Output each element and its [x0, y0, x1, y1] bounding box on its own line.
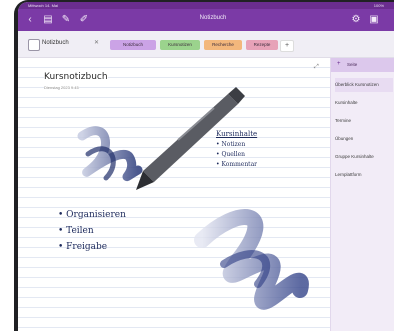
note-page[interactable]: ⤢ Kursnotizbuch Dienstag 2023 9:45 Kursi…: [18, 58, 330, 331]
brush-stroke-top: [77, 126, 143, 182]
list-item: Notizen: [216, 141, 257, 148]
ink-drawing: [77, 87, 309, 310]
list-item: Quellen: [216, 151, 257, 158]
back-icon[interactable]: ‹: [24, 14, 36, 26]
app-toolbar: ‹ ▤ ✎ ✐ Notizbuch ⚙ ▣: [18, 9, 394, 31]
tab-section-1[interactable]: Kursnotizen: [160, 40, 200, 50]
tab-section-3[interactable]: Rezepte: [246, 40, 278, 50]
list-item: Kommentar: [216, 161, 257, 168]
sidebar-page-1[interactable]: Kursinhalte: [335, 96, 393, 110]
sidebar-page-4[interactable]: Gruppe Kursinhalte: [335, 150, 393, 164]
ink-list-kursinhalte[interactable]: Kursinhalte Notizen Quellen Kommentar: [216, 130, 257, 168]
share-icon[interactable]: ▣: [368, 14, 380, 26]
sidebar-page-3[interactable]: Übungen: [335, 132, 393, 146]
notebook-name[interactable]: Notizbuch: [42, 40, 69, 46]
settings-icon[interactable]: ⚙: [350, 14, 362, 26]
draw-icon[interactable]: ✎: [60, 14, 72, 26]
status-time: Mittwoch 14. Mai: [28, 3, 59, 8]
add-section-button[interactable]: +: [280, 40, 294, 52]
list-item: Teilen: [58, 226, 126, 236]
list-item: Organisieren: [58, 210, 126, 220]
notebook-icon[interactable]: [28, 39, 40, 51]
status-battery: 100%: [373, 3, 384, 8]
tab-section-2[interactable]: Recherche: [204, 40, 242, 50]
ink-list-organize[interactable]: Organisieren Teilen Freigabe: [58, 210, 126, 258]
plus-icon: +: [337, 61, 341, 67]
brush-stroke-bottom: [194, 209, 309, 310]
list-item: Freigabe: [58, 242, 126, 252]
page-list-sidebar: + Seite Überblick Kursnotizen Kursinhalt…: [330, 58, 394, 331]
sidebar-page-5[interactable]: Lernplattform: [335, 168, 393, 182]
sidebar-toggle-icon[interactable]: ▤: [42, 14, 54, 26]
add-page-label: Seite: [347, 62, 358, 67]
pen-icon[interactable]: ✐: [78, 14, 90, 26]
ink-list-heading: Kursinhalte: [216, 130, 258, 138]
sidebar-page-0[interactable]: Überblick Kursnotizen: [335, 78, 393, 92]
add-page-button[interactable]: + Seite: [331, 58, 394, 72]
tab-section-0[interactable]: Notizbuch: [110, 40, 156, 50]
tablet-frame: Mittwoch 14. Mai 100% ‹ ▤ ✎ ✐ Notizbuch …: [14, 0, 394, 331]
status-bar: Mittwoch 14. Mai 100%: [18, 2, 394, 9]
sidebar-page-2[interactable]: Termine: [335, 114, 393, 128]
section-tab-strip: Notizbuch ✕ Notizbuch Kursnotizen Recher…: [18, 31, 394, 58]
app-title: Notizbuch: [199, 15, 227, 21]
chevron-down-icon[interactable]: ✕: [94, 39, 99, 46]
app-screen: Mittwoch 14. Mai 100% ‹ ▤ ✎ ✐ Notizbuch …: [18, 2, 394, 331]
